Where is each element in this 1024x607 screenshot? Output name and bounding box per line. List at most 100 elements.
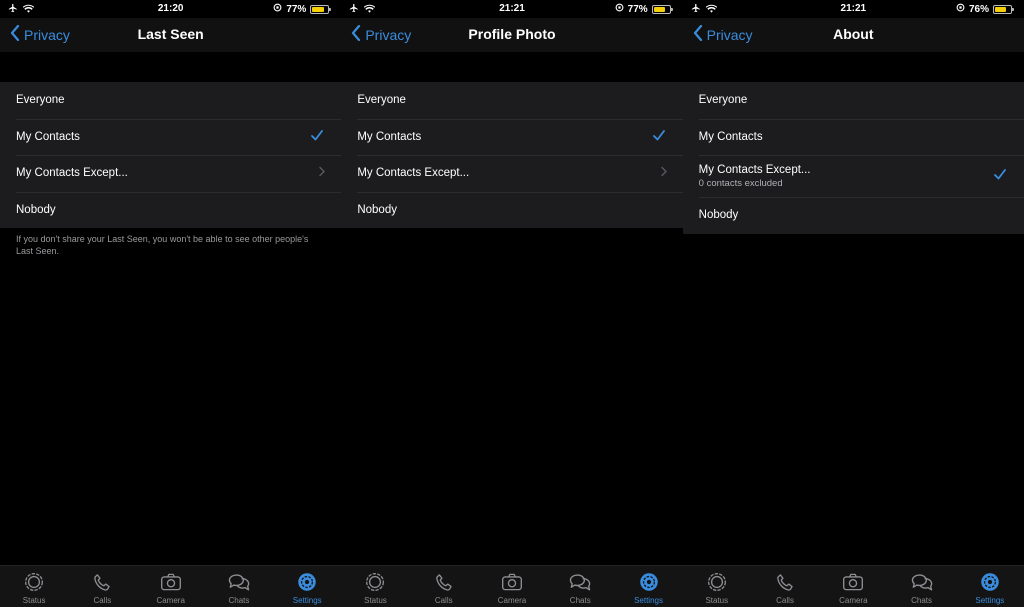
battery-icon bbox=[992, 4, 1014, 14]
option-label: My Contacts Except... bbox=[698, 163, 811, 176]
option-label: Nobody bbox=[16, 203, 56, 216]
tab-settings[interactable]: Settings bbox=[273, 566, 341, 607]
tab-label: Camera bbox=[156, 596, 185, 605]
tab-label: Calls bbox=[434, 596, 453, 605]
camera-icon bbox=[160, 572, 182, 596]
tab-label: Chats bbox=[228, 596, 250, 605]
tab-label: Calls bbox=[776, 596, 794, 605]
status-bar: 21:21 76% bbox=[683, 0, 1024, 18]
tab-calls[interactable]: Calls bbox=[68, 566, 136, 607]
battery-level bbox=[653, 6, 666, 12]
tab-bar: Status Calls Camera Chats Settings bbox=[341, 565, 683, 607]
option-row[interactable]: My Contacts Except... bbox=[0, 155, 342, 192]
tab-chats[interactable]: Chats bbox=[887, 566, 955, 607]
option-row[interactable]: Nobody bbox=[341, 191, 683, 229]
tab-calls[interactable]: Calls bbox=[751, 566, 819, 607]
tab-label: Camera bbox=[497, 596, 527, 605]
tab-label: Camera bbox=[839, 596, 868, 605]
option-row[interactable]: My Contacts Except... bbox=[341, 155, 683, 192]
tab-settings[interactable]: Settings bbox=[614, 566, 682, 607]
tab-camera[interactable]: Camera bbox=[819, 566, 887, 607]
chats-icon bbox=[567, 572, 593, 596]
option-label: My Contacts bbox=[16, 130, 80, 143]
camera-icon bbox=[501, 572, 523, 596]
chevron-right-icon bbox=[660, 167, 667, 180]
option-sublabel: 0 contacts excluded bbox=[698, 177, 783, 189]
tab-label: Status bbox=[705, 596, 729, 605]
options-list: Everyone My Contacts My Contacts Except...… bbox=[341, 82, 683, 229]
navigation-bar: Privacy Last Seen bbox=[0, 18, 342, 52]
option-label: My Contacts bbox=[698, 130, 763, 143]
status-icon bbox=[707, 572, 727, 596]
option-row[interactable]: My Contacts bbox=[683, 118, 1024, 156]
settings-icon bbox=[639, 572, 659, 596]
option-label: My Contacts Except... bbox=[357, 167, 470, 180]
orientation-lock-icon bbox=[273, 3, 282, 15]
battery-percent: 76% bbox=[968, 3, 989, 15]
chats-icon bbox=[226, 572, 252, 596]
tab-calls[interactable]: Calls bbox=[410, 566, 478, 607]
orientation-lock-icon bbox=[615, 3, 624, 15]
checkmark-icon bbox=[652, 129, 665, 144]
tab-label: Settings bbox=[634, 596, 663, 605]
tab-bar: Status Calls Camera Chats Settings bbox=[0, 565, 342, 607]
option-row[interactable]: My Contacts bbox=[0, 118, 342, 156]
orientation-lock-icon bbox=[956, 3, 965, 15]
option-row[interactable]: Nobody bbox=[683, 197, 1024, 234]
screen-about: 21:21 76% Privacy About Everyone My Conta… bbox=[682, 0, 1024, 607]
tab-chats[interactable]: Chats bbox=[205, 566, 273, 607]
tab-bar: Status Calls Camera Chats Settings bbox=[682, 565, 1024, 607]
option-label: Nobody bbox=[357, 203, 397, 216]
tab-camera[interactable]: Camera bbox=[478, 566, 546, 607]
tab-label: Settings bbox=[975, 596, 1005, 605]
option-row[interactable]: My Contacts Except... 0 contacts excluded bbox=[683, 155, 1024, 197]
option-label: Everyone bbox=[357, 94, 406, 107]
settings-icon bbox=[297, 572, 317, 596]
tab-camera[interactable]: Camera bbox=[137, 566, 205, 607]
option-label: Everyone bbox=[698, 94, 748, 107]
checkmark-icon bbox=[994, 169, 1006, 183]
tab-status[interactable]: Status bbox=[341, 566, 409, 607]
camera-icon bbox=[842, 572, 864, 596]
option-label: Everyone bbox=[16, 94, 65, 107]
option-row[interactable]: Everyone bbox=[683, 82, 1024, 119]
navigation-bar: Privacy Profile Photo bbox=[341, 18, 683, 52]
phone-icon bbox=[775, 572, 795, 596]
chats-icon bbox=[909, 572, 935, 596]
battery-level bbox=[312, 6, 324, 12]
tab-status[interactable]: Status bbox=[683, 566, 751, 607]
phone-icon bbox=[434, 572, 454, 596]
screen-profile-photo: 21:21 77% Privacy Profile Photo Everyone… bbox=[341, 0, 683, 607]
status-bar: 21:20 77% bbox=[0, 0, 341, 18]
tab-label: Status bbox=[22, 596, 46, 605]
tab-settings[interactable]: Settings bbox=[956, 566, 1024, 607]
status-icon bbox=[24, 572, 44, 596]
option-label: My Contacts Except... bbox=[16, 167, 128, 180]
tab-chats[interactable]: Chats bbox=[546, 566, 614, 607]
chevron-right-icon bbox=[319, 167, 326, 180]
navigation-bar: Privacy About bbox=[682, 18, 1024, 52]
options-list: Everyone My Contacts My Contacts Except...… bbox=[0, 82, 342, 229]
options-list: Everyone My Contacts My Contacts Except...… bbox=[682, 82, 1024, 234]
screen-last-seen: 21:20 77% Privacy Last Seen Everyone My C… bbox=[0, 0, 342, 607]
option-row[interactable]: Nobody bbox=[0, 191, 342, 229]
page-title: Profile Photo bbox=[468, 26, 556, 42]
option-row[interactable]: My Contacts bbox=[341, 118, 683, 156]
tab-label: Settings bbox=[292, 596, 322, 605]
status-icon bbox=[365, 572, 385, 596]
battery-icon bbox=[310, 4, 332, 14]
battery-icon bbox=[651, 4, 673, 14]
tab-label: Chats bbox=[911, 596, 933, 605]
tab-label: Chats bbox=[569, 596, 591, 605]
battery-percent: 77% bbox=[286, 3, 307, 15]
option-label: My Contacts bbox=[357, 130, 422, 143]
phone-icon bbox=[92, 572, 112, 596]
option-row[interactable]: Everyone bbox=[341, 82, 682, 119]
tab-status[interactable]: Status bbox=[0, 566, 68, 607]
tab-label: Calls bbox=[93, 596, 112, 605]
battery-percent: 77% bbox=[627, 3, 648, 15]
option-label: Nobody bbox=[698, 209, 739, 222]
screens-container: 21:20 77% Privacy Last Seen Everyone My C… bbox=[0, 0, 1024, 607]
tab-label: Status bbox=[364, 596, 387, 605]
option-row[interactable]: Everyone bbox=[0, 82, 341, 119]
